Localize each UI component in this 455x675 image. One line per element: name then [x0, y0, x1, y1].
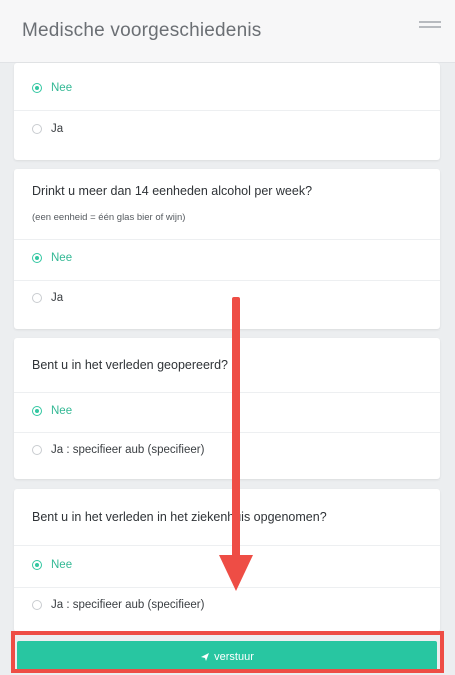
app-window: Medische voorgeschiedenis Nee Ja Drinkt …: [0, 0, 455, 675]
question-card-1: Nee Ja: [14, 63, 440, 160]
option-nee[interactable]: Nee: [32, 405, 72, 417]
option-label: Ja: [51, 292, 64, 304]
radio-unselected-icon[interactable]: [32, 293, 42, 303]
radio-selected-icon[interactable]: [32, 406, 42, 416]
option-label: Nee: [51, 82, 73, 94]
radio-selected-icon[interactable]: [32, 253, 42, 263]
divider: [14, 587, 440, 588]
question-text: Bent u in het verleden geopereerd?: [32, 358, 228, 372]
question-card-3: Bent u in het verleden geopereerd? Nee J…: [14, 338, 440, 479]
radio-selected-icon[interactable]: [32, 83, 42, 93]
option-label: Ja : specifieer aub (specifieer): [51, 444, 205, 456]
page-title: Medische voorgeschiedenis: [22, 20, 262, 41]
radio-selected-icon[interactable]: [32, 560, 42, 570]
divider: [14, 110, 440, 111]
divider: [14, 432, 440, 433]
divider: [14, 392, 440, 393]
option-label: Nee: [51, 559, 73, 571]
divider: [14, 239, 440, 240]
option-ja[interactable]: Ja : specifieer aub (specifieer): [32, 599, 204, 611]
radio-unselected-icon[interactable]: [32, 445, 42, 455]
submit-label: verstuur: [214, 650, 254, 663]
option-ja[interactable]: Ja : specifieer aub (specifieer): [32, 444, 204, 456]
divider: [14, 545, 440, 546]
option-label: Nee: [51, 405, 73, 417]
question-text: Bent u in het verleden in het ziekenhuis…: [32, 510, 327, 524]
option-nee[interactable]: Nee: [32, 82, 72, 94]
option-ja[interactable]: Ja: [32, 123, 63, 135]
question-card-2: Drinkt u meer dan 14 eenheden alcohol pe…: [14, 169, 440, 329]
submit-button[interactable]: verstuur: [17, 641, 437, 672]
header-bar: Medische voorgeschiedenis: [0, 0, 455, 63]
send-icon: [201, 652, 210, 661]
option-label: Nee: [51, 252, 73, 264]
option-nee[interactable]: Nee: [32, 559, 72, 571]
question-subtext: (een eenheid = één glas bier of wijn): [32, 212, 186, 223]
question-card-4: Bent u in het verleden in het ziekenhuis…: [14, 489, 440, 632]
option-nee[interactable]: Nee: [32, 252, 72, 264]
radio-unselected-icon[interactable]: [32, 600, 42, 610]
option-label: Ja : specifieer aub (specifieer): [51, 599, 205, 611]
question-text: Drinkt u meer dan 14 eenheden alcohol pe…: [32, 184, 313, 198]
menu-icon[interactable]: [419, 18, 441, 28]
divider: [14, 280, 440, 281]
option-label: Ja: [51, 123, 64, 135]
radio-unselected-icon[interactable]: [32, 124, 42, 134]
option-ja[interactable]: Ja: [32, 292, 63, 304]
